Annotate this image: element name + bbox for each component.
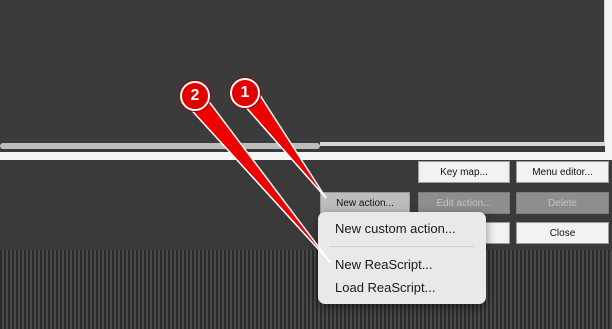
annotation-badge-2: 2 xyxy=(180,81,210,111)
menu-item-new-reascript[interactable]: New ReaScript... xyxy=(335,257,433,272)
annotation-badge-1: 1 xyxy=(230,78,260,108)
key-map-button[interactable]: Key map... xyxy=(418,161,510,183)
edit-action-button[interactable]: Edit action... xyxy=(418,192,510,214)
menu-item-load-reascript[interactable]: Load ReaScript... xyxy=(335,280,435,295)
actions-list-panel[interactable] xyxy=(0,0,608,146)
new-action-button[interactable]: New action... xyxy=(320,192,410,214)
delete-button[interactable]: Delete xyxy=(516,192,609,214)
menu-editor-button[interactable]: Menu editor... xyxy=(516,161,609,183)
background-stripes xyxy=(0,250,612,329)
panel-bottom-border xyxy=(0,152,612,160)
horizontal-scrollbar-thumb[interactable] xyxy=(0,143,320,149)
menu-separator xyxy=(330,246,474,247)
actions-list-area xyxy=(0,0,612,152)
panel-right-border xyxy=(605,0,612,152)
close-button[interactable]: Close xyxy=(516,222,609,244)
new-action-popup-menu: New custom action... New ReaScript... Lo… xyxy=(318,212,486,304)
menu-item-new-custom-action[interactable]: New custom action... xyxy=(335,221,456,236)
